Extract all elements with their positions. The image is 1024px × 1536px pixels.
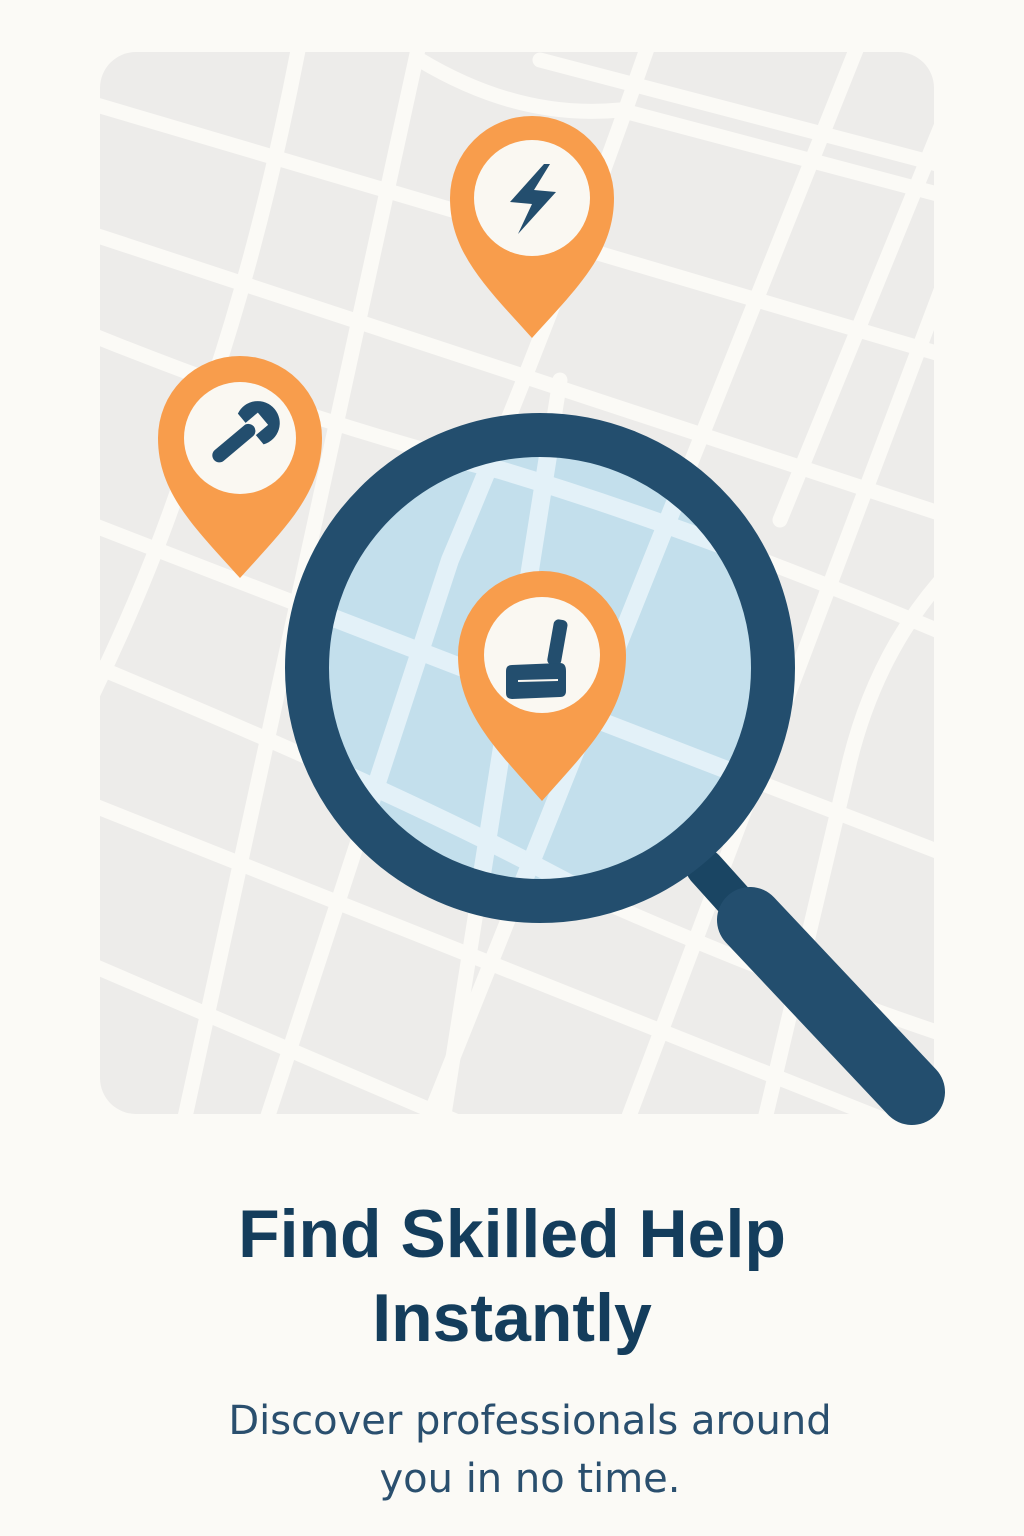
- subtitle-line-2: you in no time.: [379, 1456, 681, 1502]
- page-subtitle: Discover professionals around you in no …: [170, 1392, 890, 1508]
- page-title: Find Skilled Help Instantly: [0, 1192, 1024, 1360]
- subtitle-line-1: Discover professionals around: [228, 1398, 832, 1444]
- title-line-1: Find Skilled Help: [238, 1196, 786, 1272]
- title-line-2: Instantly: [372, 1280, 652, 1356]
- map-search-illustration: [100, 52, 945, 1125]
